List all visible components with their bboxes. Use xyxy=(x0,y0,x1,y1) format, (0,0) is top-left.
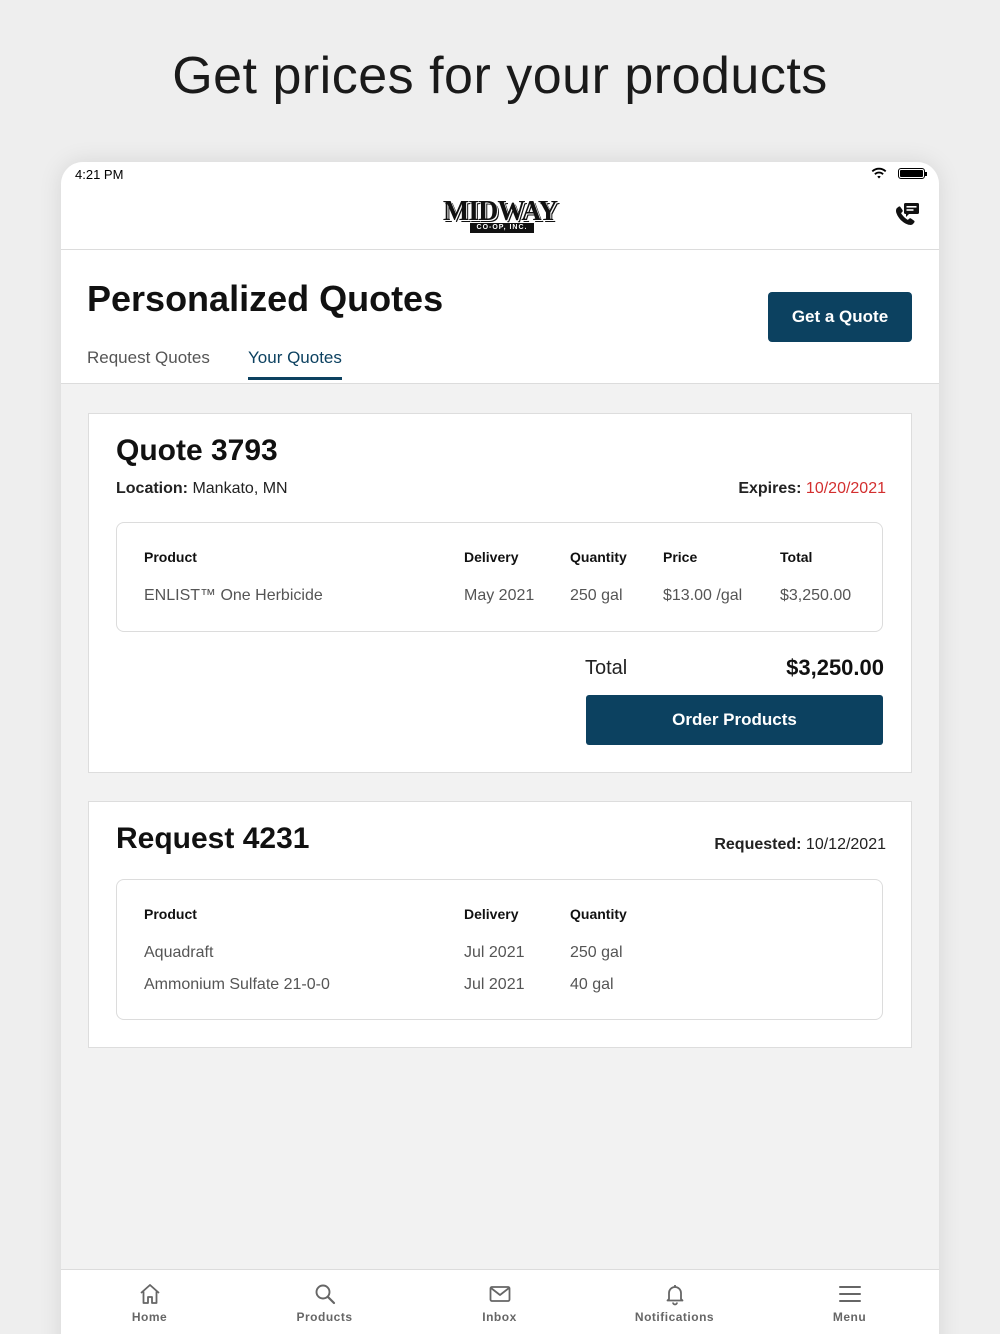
column-header-delivery: Delivery xyxy=(464,549,519,565)
column-header-product: Product xyxy=(144,549,197,565)
cell-delivery: May 2021 xyxy=(464,587,535,604)
tabbar-inbox[interactable]: Inbox xyxy=(412,1270,587,1334)
top-navbar: MIDWAY CO-OP, INC. xyxy=(61,186,939,250)
page-title: Personalized Quotes xyxy=(87,278,444,319)
requested-value: 10/12/2021 xyxy=(805,836,886,853)
tablet-screen: 4:21 PM MIDWAY CO-OP, INC. Personalized … xyxy=(61,162,939,1334)
tab-your-quotes[interactable]: Your Quotes xyxy=(248,348,342,380)
home-icon xyxy=(140,1284,160,1304)
status-bar: 4:21 PM xyxy=(61,162,939,186)
cell-delivery: Jul 2021 xyxy=(464,944,525,961)
cell-quantity: 250 gal xyxy=(570,587,623,604)
request-date: Requested: 10/12/2021 xyxy=(714,836,886,854)
midway-logo: MIDWAY CO-OP, INC. xyxy=(440,197,560,235)
column-header-quantity: Quantity xyxy=(570,549,627,565)
quote-location: Location: Mankato, MN xyxy=(116,480,288,498)
request-items-table: Product Delivery Quantity Aquadraft Jul … xyxy=(116,879,883,1020)
tabbar-notifications[interactable]: Notifications xyxy=(587,1270,762,1334)
wifi-icon xyxy=(871,167,887,179)
column-header-delivery: Delivery xyxy=(464,906,519,922)
cell-delivery: Jul 2021 xyxy=(464,976,525,993)
location-label: Location: xyxy=(116,480,188,497)
cell-quantity: 40 gal xyxy=(570,976,614,993)
hamburger-icon xyxy=(839,1286,861,1302)
search-icon xyxy=(315,1284,336,1305)
active-tab-indicator xyxy=(248,377,342,380)
tabbar-home[interactable]: Home xyxy=(62,1270,237,1334)
column-header-quantity: Quantity xyxy=(570,906,627,922)
quote-card: Quote 3793 Location: Mankato, MN Expires… xyxy=(88,413,912,773)
bell-icon xyxy=(666,1285,684,1306)
tabbar-home-label: Home xyxy=(131,1310,168,1324)
order-products-button[interactable]: Order Products xyxy=(586,695,883,745)
quote-title: Quote 3793 xyxy=(116,434,278,467)
quote-expires: Expires: 10/20/2021 xyxy=(738,480,886,498)
column-header-price: Price xyxy=(663,549,698,565)
phone-message-icon[interactable] xyxy=(893,200,921,228)
tab-request-quotes[interactable]: Request Quotes xyxy=(87,348,210,368)
page-header: Personalized Quotes Get a Quote Request … xyxy=(61,250,939,384)
mail-icon xyxy=(489,1286,511,1302)
cell-product: Aquadraft xyxy=(144,944,214,961)
request-title: Request 4231 xyxy=(116,822,310,855)
cell-product: ENLIST™ One Herbicide xyxy=(144,587,323,604)
request-card: Request 4231 Requested: 10/12/2021 Produ… xyxy=(88,801,912,1048)
tab-your-quotes-label: Your Quotes xyxy=(248,348,342,367)
quote-items-table: Product Delivery Quantity Price Total EN… xyxy=(116,522,883,632)
cell-total: $3,250.00 xyxy=(780,587,852,604)
expires-label: Expires: xyxy=(738,480,802,497)
expires-date: 10/20/2021 xyxy=(805,480,886,497)
column-header-product: Product xyxy=(144,906,197,922)
total-value: $3,250.00 xyxy=(786,655,884,680)
location-value: Mankato, MN xyxy=(192,480,288,497)
tabbar-menu[interactable]: Menu xyxy=(762,1270,937,1334)
cell-price: $13.00 /gal xyxy=(663,587,743,604)
cell-product: Ammonium Sulfate 21-0-0 xyxy=(144,976,330,993)
tabbar-inbox-label: Inbox xyxy=(482,1310,517,1324)
tabbar-products[interactable]: Products xyxy=(237,1270,412,1334)
marketing-headline: Get prices for your products xyxy=(172,47,828,105)
tabbar-notifications-label: Notifications xyxy=(634,1310,715,1324)
battery-icon xyxy=(898,168,927,179)
column-header-total: Total xyxy=(780,549,813,565)
requested-label: Requested: xyxy=(714,836,802,853)
get-a-quote-button[interactable]: Get a Quote xyxy=(768,292,912,342)
tabbar-menu-label: Menu xyxy=(832,1310,867,1324)
tabbar-products-label: Products xyxy=(296,1310,353,1324)
bottom-tab-bar: Home Products Inbox Notifications Menu xyxy=(61,1269,939,1334)
status-time: 4:21 PM xyxy=(75,167,124,182)
logo-subtitle: CO-OP, INC. xyxy=(470,223,534,233)
cell-quantity: 250 gal xyxy=(570,944,623,961)
total-label: Total xyxy=(585,657,628,679)
